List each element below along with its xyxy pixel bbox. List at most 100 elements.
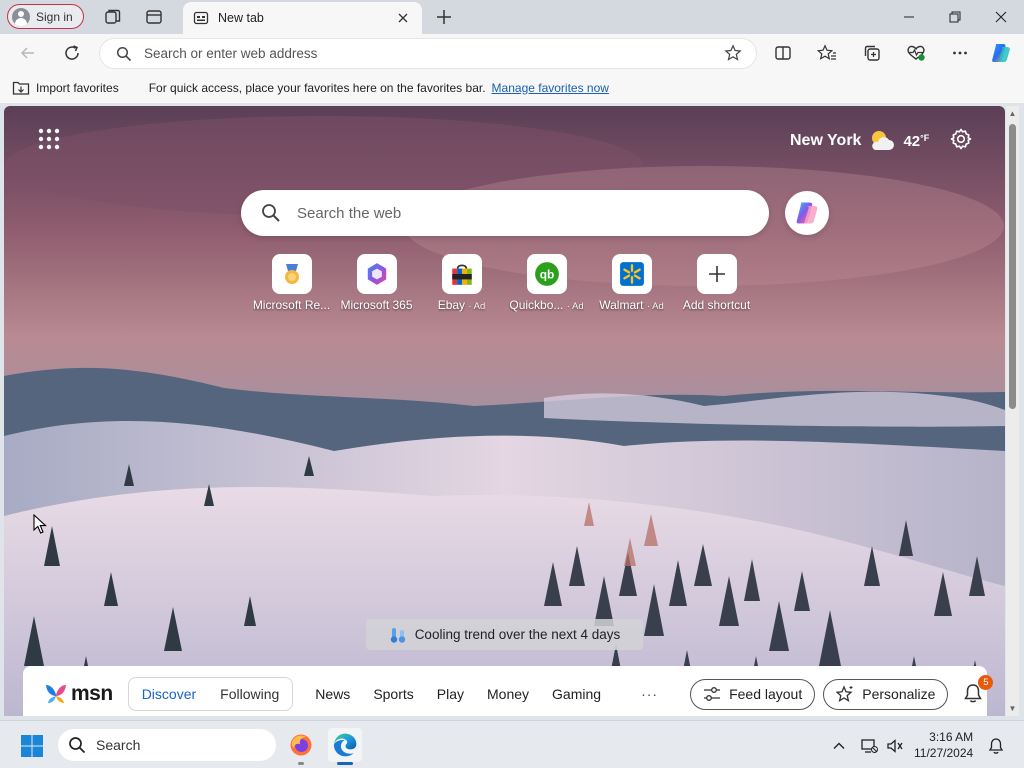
back-icon [20,47,34,59]
split-screen-button[interactable] [768,39,798,67]
add-shortcut-button[interactable]: Add shortcut [674,254,759,312]
temperature-unit: °F [920,132,930,143]
msn-logo[interactable]: msn [43,682,113,706]
shortcuts-row: Microsoft Re... Microsoft 365 Ebay · Ad … [249,254,759,312]
notifications-center-button[interactable] [985,735,1007,757]
new-tab-button[interactable] [431,5,457,29]
scroll-down-arrow[interactable]: ▼ [1008,704,1017,713]
address-input[interactable] [144,46,704,61]
more-categories-button[interactable]: ··· [641,686,658,702]
shortcut-tile [696,254,737,294]
shortcut-tile [441,254,482,294]
manage-favorites-link[interactable]: Manage favorites now [492,81,609,95]
taskbar-search[interactable]: Search [58,729,276,761]
web-search-box[interactable] [241,190,769,236]
web-search-input[interactable] [297,204,737,222]
personalize-button[interactable]: Personalize [823,678,949,710]
apps-grid-icon [38,128,60,150]
copilot-button[interactable] [785,191,829,235]
sliders-icon [704,687,721,701]
apps-launcher-button[interactable] [38,128,60,150]
favorites-message: For quick access, place your favorites h… [148,80,486,95]
tab-discover[interactable]: Discover [142,686,196,702]
collections-button[interactable] [857,39,887,67]
nav-play[interactable]: Play [437,686,464,702]
bell-icon [988,738,1004,754]
search-icon [69,737,86,754]
walmart-icon [619,262,644,286]
ad-marker: · Ad [468,301,486,312]
volume-status[interactable] [884,735,906,757]
scroll-up-arrow[interactable]: ▲ [1008,109,1017,118]
weather-icon [872,131,895,150]
shortcut-ebay[interactable]: Ebay · Ad [419,254,504,312]
tab-actions-button[interactable] [141,5,167,29]
personalize-label: Personalize [862,686,936,702]
minimize-icon [904,16,914,18]
msn-categories: News Sports Play Money Gaming [315,686,601,702]
page-scrollbar[interactable]: ▲ ▼ [1006,106,1019,716]
ad-marker: · Ad [646,301,664,312]
active-indicator [337,762,353,765]
ebay-bag-icon [451,264,472,285]
favorites-button[interactable] [812,39,842,67]
rewards-icon [284,264,299,284]
copilot-icon [796,202,818,224]
workspaces-button[interactable] [100,5,126,29]
show-hidden-icons-button[interactable] [828,735,850,757]
sign-in-button[interactable]: Sign in [7,4,84,29]
weather-widget[interactable]: New York 42°F [790,128,929,154]
clock-time: 3:16 AM [929,730,974,744]
shortcut-tile [356,254,397,294]
shortcut-tile [271,254,312,294]
close-tab-button[interactable] [394,9,412,27]
clock[interactable]: 3:16 AM 11/27/2024 [914,729,973,761]
clock-date: 11/27/2024 [914,746,974,760]
svg-text:qb: qb [539,267,554,281]
sparkle-star-icon [836,685,853,702]
close-window-button[interactable] [978,0,1024,34]
page-settings-button[interactable] [949,127,973,151]
scrollbar-thumb[interactable] [1009,124,1016,409]
shortcut-label: Quickbo... · Ad [509,298,584,312]
refresh-button[interactable] [57,39,87,67]
feed-layout-button[interactable]: Feed layout [690,678,816,710]
shortcut-microsoft-365[interactable]: Microsoft 365 [334,254,419,312]
weather-trend-pill[interactable]: Cooling trend over the next 4 days [366,619,643,650]
browser-essentials-button[interactable] [901,39,931,67]
settings-and-more-button[interactable] [945,39,975,67]
nav-sports[interactable]: Sports [373,686,413,702]
minimize-button[interactable] [886,0,932,34]
nav-gaming[interactable]: Gaming [552,686,601,702]
weather-trend-text: Cooling trend over the next 4 days [414,627,621,642]
network-status[interactable] [858,735,880,757]
shortcut-microsoft-rewards[interactable]: Microsoft Re... [249,254,334,312]
start-button[interactable] [20,734,44,758]
shortcut-walmart[interactable]: Walmart · Ad [589,254,674,312]
shortcut-quickbooks[interactable]: qb Quickbo... · Ad [504,254,589,312]
taskbar-firefox[interactable] [284,728,318,765]
import-favorites-button[interactable]: Import favorites [12,80,119,96]
weather-city: New York [790,132,862,149]
copilot-icon [992,44,1010,62]
back-button[interactable] [13,39,43,67]
mouse-cursor-icon [33,514,47,534]
sign-in-label: Sign in [36,9,73,24]
taskbar: Search 3:16 AM 11/27/2024 [0,720,1024,768]
favorites-icon [817,44,836,60]
nav-money[interactable]: Money [487,686,529,702]
nav-news[interactable]: News [315,686,350,702]
copilot-sidebar-button[interactable] [986,39,1016,67]
taskbar-edge[interactable] [328,728,362,765]
notifications-button[interactable]: 5 [962,675,994,706]
restore-button[interactable] [932,0,978,34]
address-bar[interactable] [100,39,756,68]
add-favorite-button[interactable] [724,44,742,67]
edge-icon [333,733,357,757]
tab-actions-icon [146,10,162,24]
shortcut-tile: qb [526,254,567,294]
tab-new-tab[interactable]: New tab [183,2,422,34]
tab-following[interactable]: Following [220,686,279,702]
volume-icon [887,739,903,753]
navigation-bar [0,34,1024,72]
